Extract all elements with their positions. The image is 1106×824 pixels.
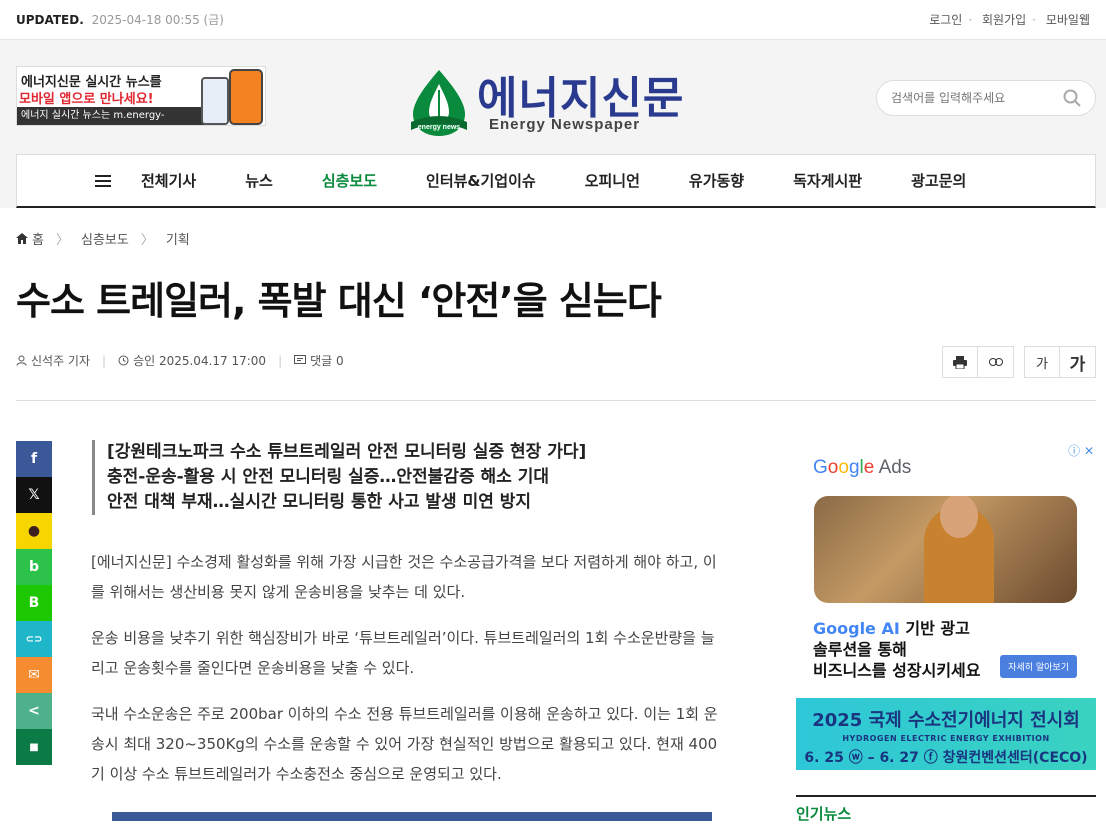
ad-brand: Google Ads xyxy=(813,457,912,478)
blog-share-icon[interactable]: B xyxy=(16,585,52,621)
dot-separator: · xyxy=(968,13,973,27)
nav-item-opinion[interactable]: 오피니언 xyxy=(585,170,640,191)
signup-link[interactable]: 회원가입 xyxy=(982,13,1026,27)
share-sidebar: f 𝕏 ● b B ⊂⊃ ✉ < ■ xyxy=(16,441,52,765)
nav-item-in-depth[interactable]: 심층보도 xyxy=(322,170,377,191)
article-paragraph: 국내 수소운송은 주로 200bar 이하의 수소 전용 튜브트레일러를 이용해… xyxy=(91,705,718,783)
search-box[interactable] xyxy=(876,80,1096,116)
chevron-right-icon: 〉 xyxy=(55,233,69,248)
comment-count: 댓글 0 xyxy=(310,354,344,368)
summary-line: 충전-운송-활용 시 안전 모니터링 실증…안전불감증 해소 기대 xyxy=(107,467,549,487)
main-nav: 전체기사 뉴스 심층보도 인터뷰&기업이슈 오피니언 유가동향 독자게시판 광고… xyxy=(16,154,1096,208)
ad-copy: Google AI 기반 광고 솔루션을 통해 비즈니스를 성장시키세요 xyxy=(813,618,981,681)
ad-copy-line3: 비즈니스를 성장시키세요 xyxy=(813,661,981,680)
print-button[interactable] xyxy=(943,347,978,377)
clock-icon xyxy=(118,355,129,366)
breadcrumb: 홈 〉 심층보도 〉 기획 xyxy=(16,229,190,248)
leaf-logo-icon: energy news xyxy=(411,70,467,136)
expo-banner[interactable]: 2025 국제 수소전기에너지 전시회 HYDROGEN ELECTRIC EN… xyxy=(796,698,1096,770)
search-icon[interactable] xyxy=(1063,89,1081,107)
band-share-icon[interactable]: b xyxy=(16,549,52,585)
banner-line3: 에너지 실시간 뉴스는 m.energy-news.co.kr xyxy=(17,107,207,125)
ad-copy-ai: Google AI xyxy=(813,619,900,638)
comment-meta[interactable]: 댓글 0 xyxy=(294,352,344,369)
article-title: 수소 트레일러, 폭발 대신 ‘안전’을 싣는다 xyxy=(16,279,662,323)
font-larger-button[interactable]: 가 xyxy=(1060,347,1095,377)
expo-subtitle: HYDROGEN ELECTRIC ENERGY EXHIBITION xyxy=(842,734,1050,743)
home-icon xyxy=(16,233,28,244)
article-summary: [강원테크노파크 수소 튜브트레일러 안전 모니터링 실증 현장 가다] 충전-… xyxy=(92,440,692,515)
article-photo[interactable] xyxy=(112,812,712,821)
home-crumb[interactable]: 홈 xyxy=(16,229,44,248)
breadcrumb-home: 홈 xyxy=(32,233,44,248)
approved-meta: 승인 2025.04.17 17:00 xyxy=(118,352,266,369)
print-icon xyxy=(953,355,967,369)
article-tools: 가 가 xyxy=(942,346,1096,378)
updated-label: UPDATED. xyxy=(16,13,84,27)
site-logo[interactable]: energy news 에너지신문 Energy Newspaper xyxy=(405,62,715,137)
updated-time: 2025-04-18 00:55 (금) xyxy=(91,13,224,27)
person-icon xyxy=(16,355,27,366)
nav-item-all-articles[interactable]: 전체기사 xyxy=(141,170,196,191)
share-tool-group xyxy=(942,346,1014,378)
share-icon[interactable]: < xyxy=(16,693,52,729)
top-links: 로그인 · 회원가입 · 모바일웹 xyxy=(923,11,1090,28)
approved-time: 승인 2025.04.17 17:00 xyxy=(133,354,267,368)
login-link[interactable]: 로그인 xyxy=(929,13,962,27)
summary-line: 안전 대책 부재…실시간 모니터링 통한 사고 발생 미연 방지 xyxy=(107,492,532,512)
nav-item-board[interactable]: 독자게시판 xyxy=(793,170,862,191)
link-icon xyxy=(988,358,1003,366)
site-header: 에너지신문 실시간 뉴스를 모바일 앱으로 만나세요! 에너지 실시간 뉴스는 … xyxy=(0,40,1106,208)
meta-divider: | xyxy=(278,353,283,368)
logo-badge-text: energy news xyxy=(418,124,461,131)
expo-dates: 6. 25 ⓦ – 6. 27 ⓕ 창원컨벤션센터(CECO) xyxy=(804,750,1088,766)
google-ad[interactable]: ⓘ ✕ Google Ads Google AI 기반 광고 솔루션을 통해 비… xyxy=(796,440,1096,690)
meta-divider: | xyxy=(102,353,107,368)
phone-image xyxy=(201,77,229,125)
ad-image xyxy=(814,496,1077,603)
x-share-icon[interactable]: 𝕏 xyxy=(16,477,52,513)
search-input[interactable] xyxy=(891,91,1063,105)
top-bar: UPDATED. 2025-04-18 00:55 (금) 로그인 · 회원가입 ·… xyxy=(0,0,1106,40)
mobile-app-banner[interactable]: 에너지신문 실시간 뉴스를 모바일 앱으로 만나세요! 에너지 실시간 뉴스는 … xyxy=(16,66,266,126)
link-share-icon[interactable]: ⊂⊃ xyxy=(16,621,52,657)
updated-info: UPDATED. 2025-04-18 00:55 (금) xyxy=(16,11,224,28)
banner-line2: 모바일 앱으로 만나세요! xyxy=(19,88,154,107)
popular-news-heading: 인기뉴스 xyxy=(796,795,1096,824)
phone-image xyxy=(229,69,263,125)
logo-english: Energy Newspaper xyxy=(489,116,641,133)
article-body: [에너지신문] 수소경제 활성화를 위해 가장 시급한 것은 수소공급가격을 보… xyxy=(91,547,728,805)
facebook-share-icon[interactable]: f xyxy=(16,441,52,477)
header-divider xyxy=(16,400,1096,401)
expo-title: 2025 국제 수소전기에너지 전시회 xyxy=(812,710,1080,731)
nav-item-interview[interactable]: 인터뷰&기업이슈 xyxy=(426,170,536,191)
copy-link-button[interactable] xyxy=(978,347,1013,377)
font-size-group: 가 가 xyxy=(1024,346,1096,378)
nav-item-ad-inquiry[interactable]: 광고문의 xyxy=(911,170,966,191)
bookmark-icon[interactable]: ■ xyxy=(16,729,52,765)
article-meta: 신석주 기자 | 승인 2025.04.17 17:00 | 댓글 0 xyxy=(16,352,344,369)
email-share-icon[interactable]: ✉ xyxy=(16,657,52,693)
kakaotalk-share-icon[interactable]: ● xyxy=(16,513,52,549)
ad-copy-line2: 솔루션을 통해 xyxy=(813,640,907,659)
font-smaller-button[interactable]: 가 xyxy=(1025,347,1060,377)
article-paragraph: 운송 비용을 낮추기 위한 핵심장비가 바로 ‘튜브트레일러’이다. 튜브트레일… xyxy=(91,629,715,677)
article-paragraph: [에너지신문] 수소경제 활성화를 위해 가장 시급한 것은 수소공급가격을 보… xyxy=(91,553,717,601)
nav-item-news[interactable]: 뉴스 xyxy=(245,170,273,191)
ad-copy-line1: 기반 광고 xyxy=(899,619,970,638)
comment-icon xyxy=(294,355,307,364)
ad-cta-button[interactable]: 자세히 알아보기 xyxy=(1000,655,1077,678)
author-meta: 신석주 기자 xyxy=(16,352,90,369)
dot-separator: · xyxy=(1032,13,1036,27)
author-name[interactable]: 신석주 기자 xyxy=(31,352,90,369)
mobile-web-link[interactable]: 모바일웹 xyxy=(1046,13,1090,27)
chevron-right-icon: 〉 xyxy=(140,233,154,248)
breadcrumb-section[interactable]: 심층보도 xyxy=(81,229,129,248)
ad-person-head xyxy=(940,496,978,538)
hamburger-menu-icon[interactable] xyxy=(95,174,111,187)
summary-line: [강원테크노파크 수소 튜브트레일러 안전 모니터링 실증 현장 가다] xyxy=(107,442,587,462)
ad-info-close-icon[interactable]: ⓘ ✕ xyxy=(1068,442,1094,459)
breadcrumb-subsection[interactable]: 기획 xyxy=(166,229,190,248)
nav-item-oil-price[interactable]: 유가동향 xyxy=(689,170,744,191)
